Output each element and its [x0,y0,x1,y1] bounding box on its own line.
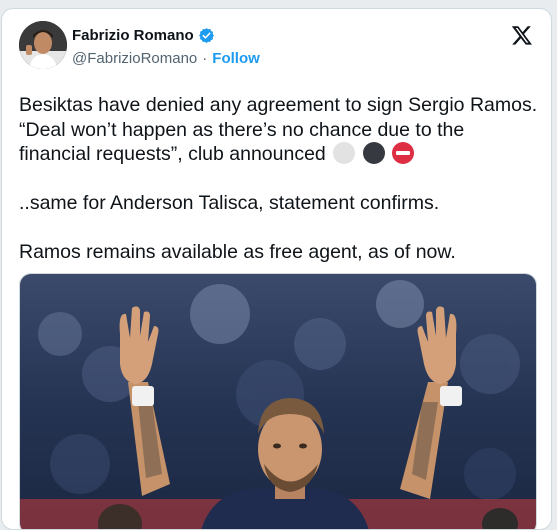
author-handle[interactable]: @FabrizioRomano [72,50,197,67]
tweet-image[interactable] [19,273,537,529]
player-photo [20,274,536,529]
verified-badge-icon [198,28,214,43]
author-name[interactable]: Fabrizio Romano [72,27,194,44]
white-circle-icon [333,142,356,164]
x-logo-icon[interactable] [511,24,533,46]
tweet-card: Fabrizio Romano @FabrizioRomano · Follow… [1,8,552,530]
follow-button[interactable]: Follow [212,50,260,67]
tweet-text-line1: Besiktas have denied any agreement to si… [19,94,543,165]
black-circle-icon [362,142,385,164]
no-entry-icon [392,142,415,164]
tweet-text-line2: ..same for Anderson Talisca, statement c… [19,192,440,214]
author-row: Fabrizio Romano [72,27,215,44]
tweet-text-line3: Ramos remains available as free agent, a… [19,241,456,263]
handle-row: @FabrizioRomano · Follow [72,50,260,67]
separator-dot: · [202,50,208,67]
avatar[interactable] [19,21,67,69]
tweet-text: Besiktas have denied any agreement to si… [19,93,539,265]
